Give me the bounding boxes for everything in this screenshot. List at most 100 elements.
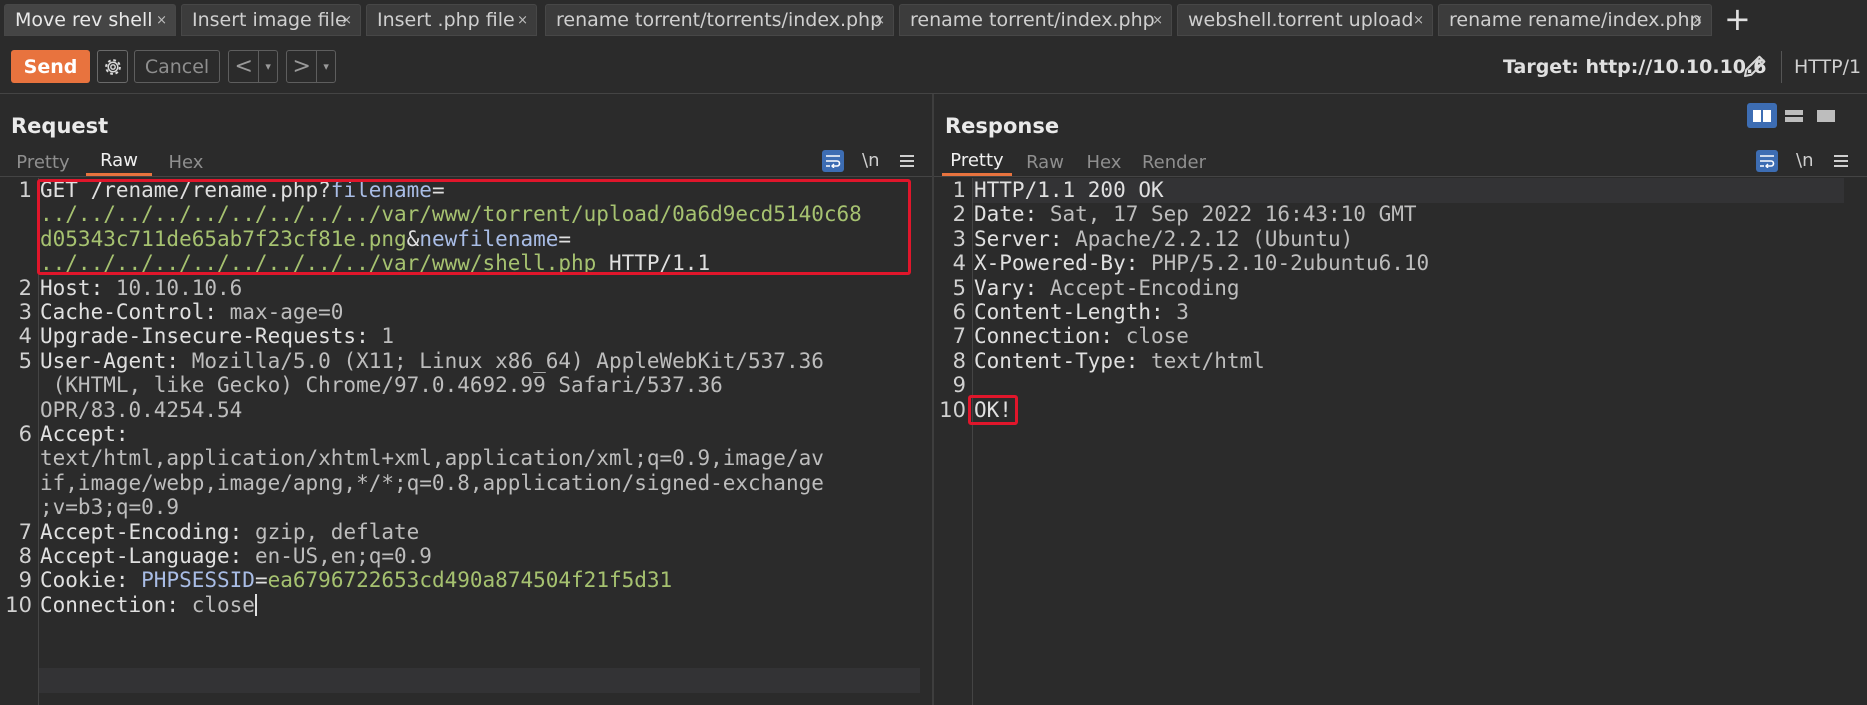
split-vertical-icon[interactable] — [1779, 103, 1809, 128]
highlight-box — [968, 395, 1018, 425]
header-x-powered-by: X-Powered-By: PHP/5.2.10-2ubuntu6.10 — [974, 251, 1429, 275]
tab-label: Insert .php file — [377, 9, 515, 31]
tab-hex[interactable]: Hex — [160, 148, 212, 176]
tab-label: rename torrent/torrents/index.php — [556, 9, 883, 31]
close-icon[interactable]: × — [341, 13, 352, 28]
header-name: Host: — [40, 275, 104, 300]
line-number: 2 — [18, 275, 32, 300]
request-editor[interactable]: 1 2 3 4 5 6 7 8 9 10 GET /rename/rename.… — [0, 178, 932, 705]
word-wrap-icon[interactable] — [1756, 150, 1778, 172]
cancel-button[interactable]: Cancel — [134, 50, 220, 83]
header-value: ;v=b3;q=0.9 — [40, 495, 180, 520]
close-icon[interactable]: × — [156, 13, 167, 28]
text-cursor — [254, 593, 257, 616]
tab-render[interactable]: Render — [1138, 148, 1210, 176]
split-horizontal-icon[interactable] — [1747, 103, 1777, 128]
close-icon[interactable]: × — [517, 13, 528, 28]
header-name: Content-Length: — [974, 300, 1164, 324]
chevron-down-icon[interactable]: ▾ — [258, 51, 277, 82]
tab-webshell-torrent-upload[interactable]: webshell.torrent upload × — [1177, 4, 1433, 36]
request-view-tabs: Pretty Raw Hex — [0, 148, 932, 177]
header-name: Upgrade-Insecure-Requests: — [40, 324, 369, 349]
line-number: 1 — [18, 178, 32, 202]
header-name: Connection: — [974, 324, 1114, 349]
header-vary: Vary: Accept-Encoding — [974, 276, 1240, 300]
line-number: 4 — [952, 251, 966, 276]
current-line-highlight — [38, 668, 920, 693]
header-name: Content-Type: — [974, 348, 1139, 373]
header-value: text/html — [1138, 348, 1265, 373]
tab-rename-torrent-index[interactable]: rename torrent/index.php × — [899, 4, 1172, 36]
header-value: 10.10.10.6 — [103, 275, 243, 300]
line-number: 1 — [952, 178, 966, 202]
header-value: OPR/83.0.4254.54 — [40, 397, 243, 422]
header-accept: Accept: — [40, 422, 129, 446]
forward-button[interactable]: > ▾ — [286, 50, 336, 83]
tab-label: Move rev shell — [15, 9, 153, 31]
http-version-toggle[interactable]: HTTP/1 — [1794, 56, 1861, 78]
header-value: Accept-Encoding — [1037, 275, 1240, 300]
tab-move-rev-shell[interactable]: Move rev shell × — [4, 4, 176, 36]
header-value: if,image/webp,image/apng,*/*;q=0.8,appli… — [40, 470, 824, 495]
newline-toggle[interactable]: \n — [862, 150, 879, 171]
request-panel: Request Pretty Raw Hex \n 1 2 3 4 5 6 7 … — [0, 94, 932, 705]
line-number: 3 — [18, 300, 32, 324]
header-value: (KHTML, like Gecko) Chrome/97.0.4692.99 … — [40, 373, 723, 398]
chevron-right-icon: > — [292, 54, 311, 79]
gear-icon[interactable] — [97, 50, 128, 83]
close-icon[interactable]: × — [874, 13, 885, 28]
tab-rename-torrent-torrents[interactable]: rename torrent/torrents/index.php × — [545, 4, 894, 36]
tab-raw[interactable]: Raw — [86, 148, 152, 176]
tab-hex[interactable]: Hex — [1078, 148, 1130, 176]
close-icon[interactable]: × — [1413, 13, 1424, 28]
menu-icon[interactable] — [1834, 152, 1848, 170]
cookie-eq: = — [254, 568, 268, 593]
tab-pretty[interactable]: Pretty — [942, 148, 1012, 176]
tab-label: Insert image file — [192, 9, 347, 31]
send-button[interactable]: Send — [11, 50, 90, 83]
tab-rename-rename-index[interactable]: rename rename/index.php × — [1438, 4, 1712, 36]
line-number: 8 — [18, 544, 32, 568]
line-number: 6 — [18, 422, 32, 446]
back-button[interactable]: < ▾ — [228, 50, 278, 83]
header-value: Sat, 17 Sep 2022 16:43:10 GMT — [1037, 202, 1417, 227]
header-value: text/html,application/xhtml+xml,applicat… — [40, 446, 824, 471]
header-server: Server: Apache/2.2.12 (Ubuntu) — [974, 227, 1353, 251]
line-number: 6 — [952, 300, 966, 324]
tab-insert-image-file[interactable]: Insert image file × — [181, 4, 361, 36]
response-editor[interactable]: 1 2 3 4 5 6 7 8 9 10 HTTP/1.1 200 OK Dat… — [934, 178, 1867, 705]
line-number: 5 — [18, 348, 32, 373]
header-value: close — [179, 592, 255, 617]
header-accept-encoding: Accept-Encoding: gzip, deflate — [40, 520, 419, 544]
tab-pretty[interactable]: Pretty — [8, 148, 78, 176]
close-icon[interactable]: × — [1692, 13, 1703, 28]
pencil-icon[interactable] — [1740, 51, 1770, 85]
header-value: en-US,en;q=0.9 — [242, 544, 432, 568]
single-pane-icon[interactable] — [1811, 103, 1841, 128]
line-number: 5 — [952, 275, 966, 300]
header-name: Cookie: — [40, 568, 129, 593]
header-accept-language: Accept-Language: en-US,en;q=0.9 — [40, 544, 432, 568]
close-icon[interactable]: × — [1152, 13, 1163, 28]
newline-toggle[interactable]: \n — [1796, 150, 1813, 171]
line-number: 10 — [939, 397, 966, 422]
add-tab-icon[interactable]: + — [1724, 2, 1751, 36]
header-date: Date: Sat, 17 Sep 2022 16:43:10 GMT — [974, 202, 1417, 226]
header-name: Server: — [974, 226, 1063, 251]
word-wrap-icon[interactable] — [822, 150, 844, 172]
tab-insert-php-file[interactable]: Insert .php file × — [366, 4, 537, 36]
line-number: 9 — [952, 373, 966, 398]
tab-raw[interactable]: Raw — [1020, 148, 1070, 176]
chevron-down-icon[interactable]: ▾ — [316, 51, 335, 82]
tab-label: webshell.torrent upload — [1188, 9, 1414, 31]
line-number: 7 — [952, 324, 966, 349]
header-value: close — [1113, 324, 1189, 349]
header-user-agent: User-Agent: Mozilla/5.0 (X11; Linux x86_… — [40, 349, 824, 373]
menu-icon[interactable] — [900, 152, 914, 170]
header-cookie: Cookie: PHPSESSID=ea6796722653cd490a8745… — [40, 568, 672, 592]
header-content-type: Content-Type: text/html — [974, 349, 1265, 373]
header-name: Connection: — [40, 592, 180, 617]
toolbar: Send Cancel < ▾ > ▾ Target: http://10.10… — [0, 41, 1867, 94]
header-name: Vary: — [974, 275, 1038, 300]
header-upgrade-insecure: Upgrade-Insecure-Requests: 1 — [40, 324, 394, 348]
